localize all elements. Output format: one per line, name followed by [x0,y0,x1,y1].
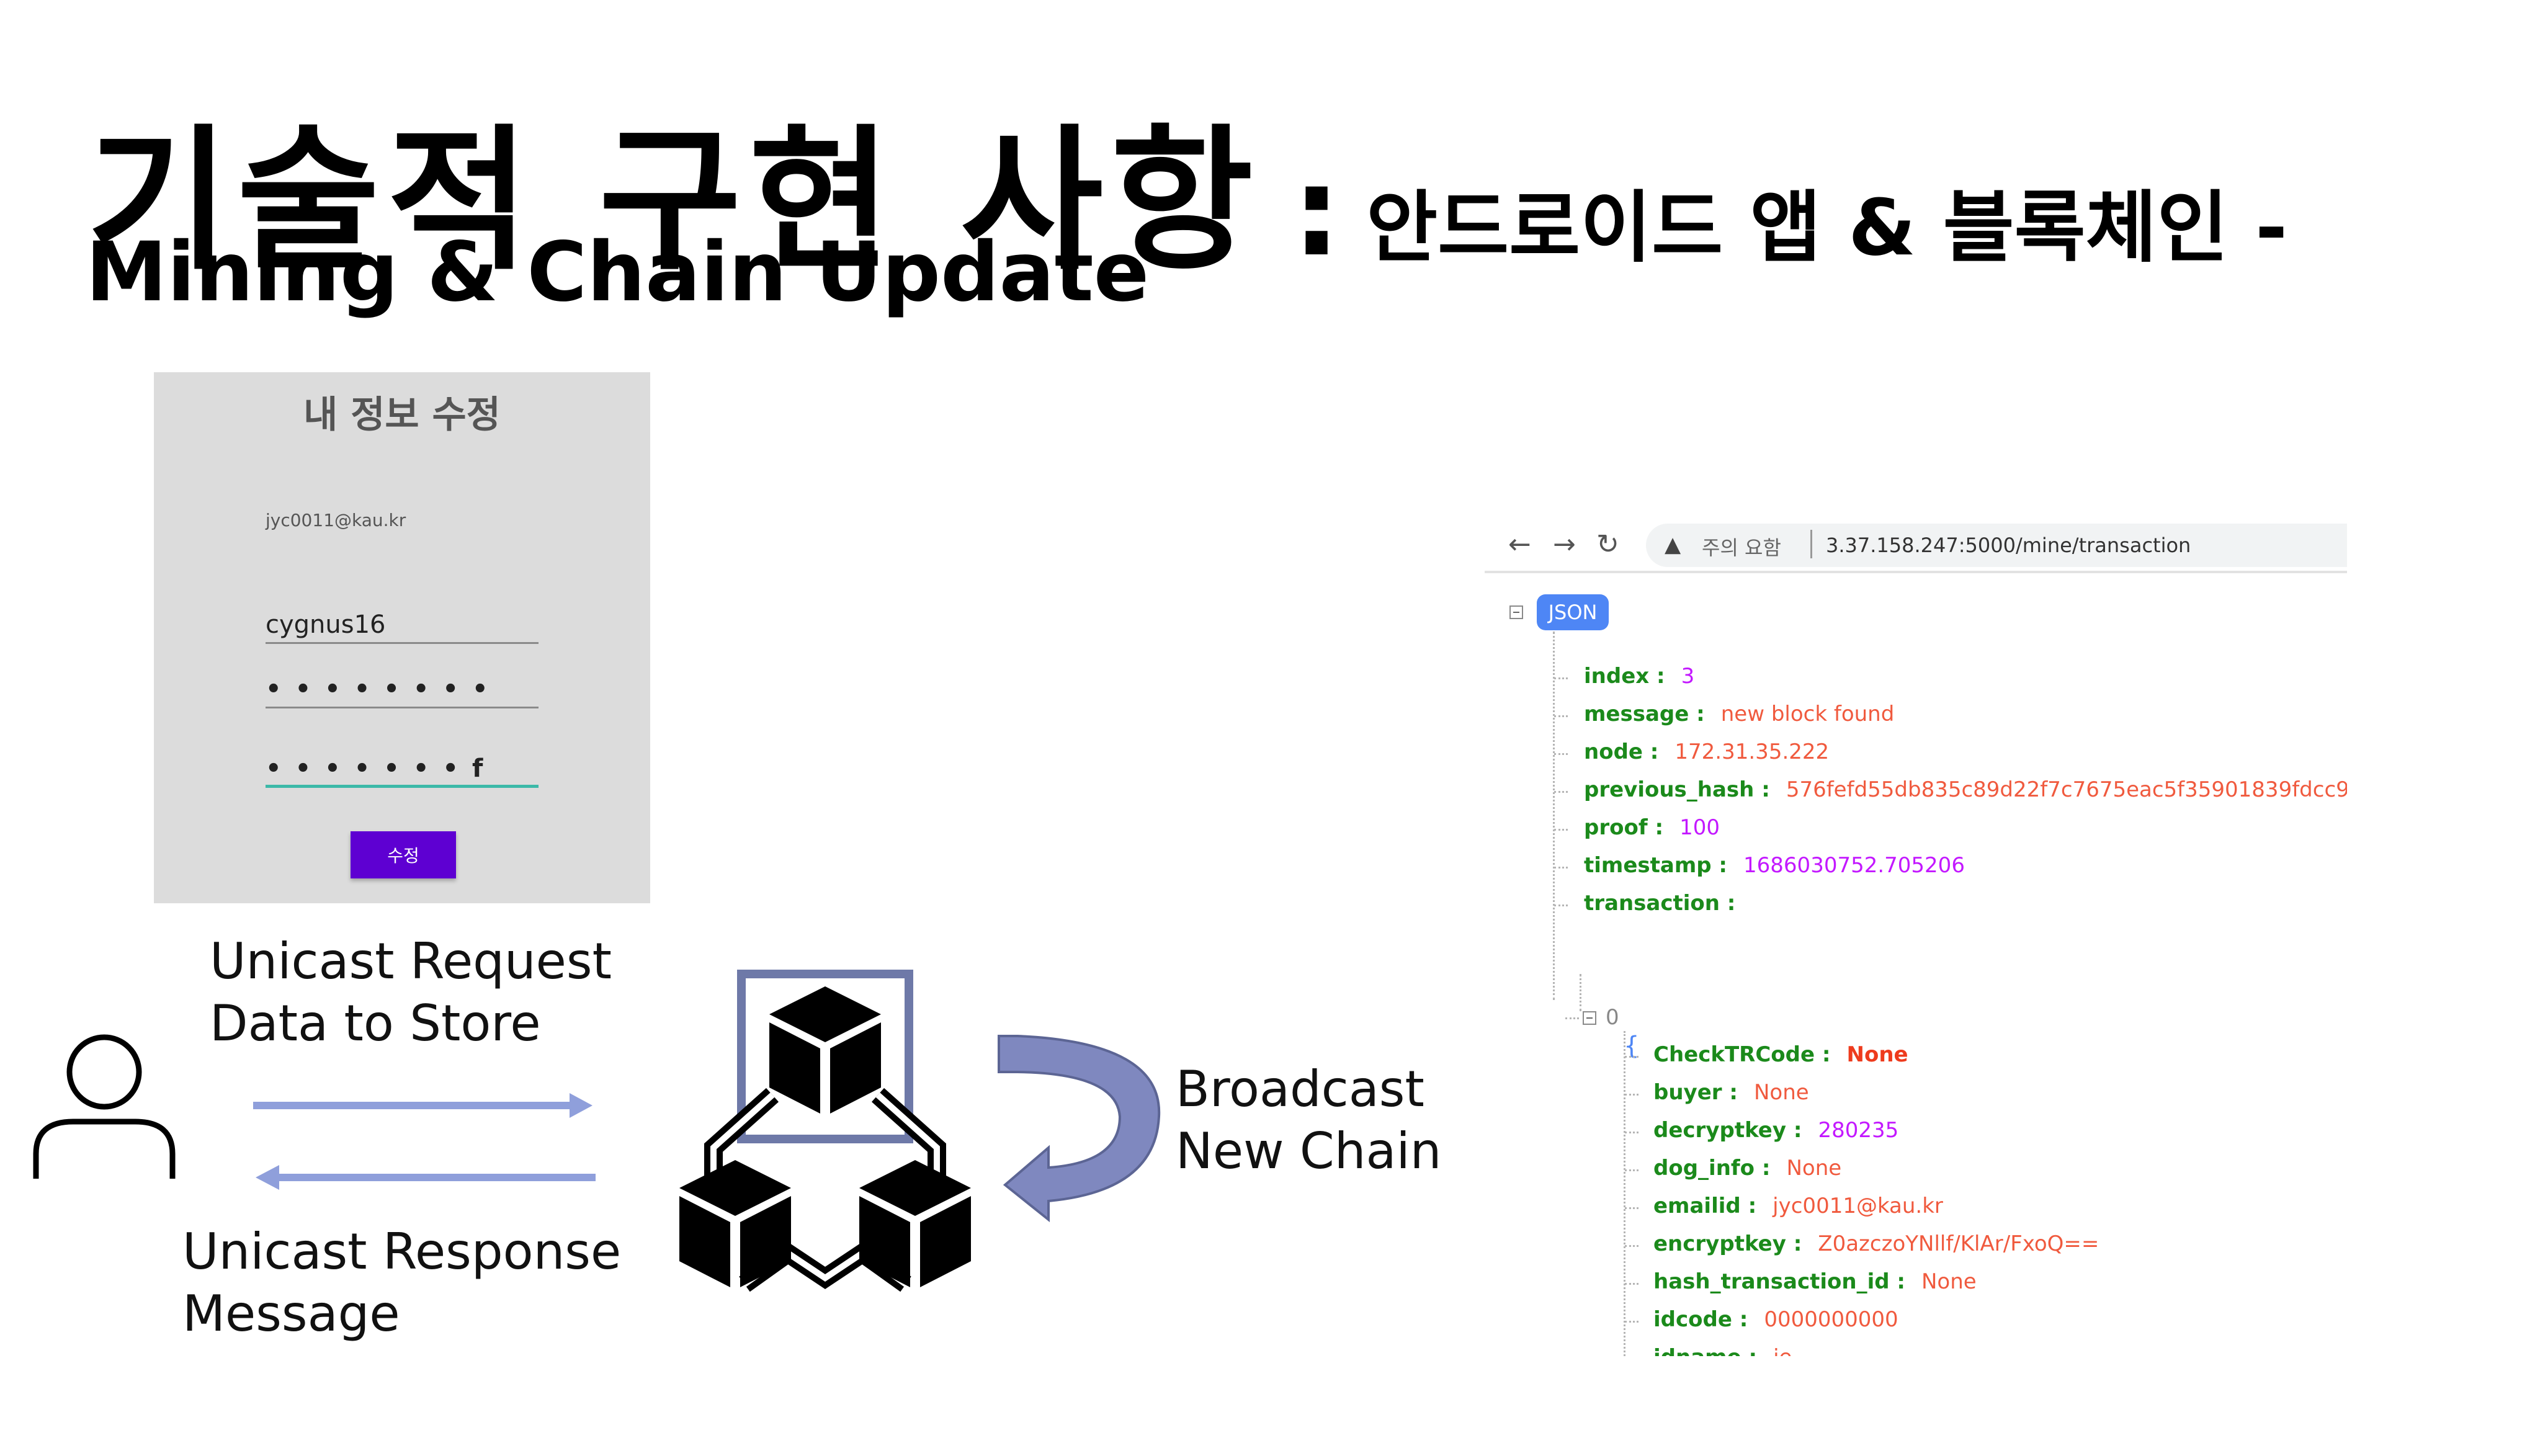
response-label-line1: Unicast Response [182,1223,622,1280]
json-value: je [1773,1345,1792,1356]
json-tree: JSON index : 3 message : new block found nod… [1485,521,2347,1356]
password-field[interactable]: •••••••• [266,672,539,708]
json-value: None [1753,1080,1809,1105]
json-key: decryptkey : [1653,1118,1802,1143]
password-confirm-field[interactable]: •••••••f [266,752,539,788]
title-subtitle: 안드로이드 앱 & 블록체인 - [1366,183,2288,273]
json-tx-field-row: decryptkey : 280235 [1653,1118,1898,1143]
request-arrow [253,1093,592,1118]
json-key: transaction : [1584,891,1736,916]
left-block [679,1160,791,1287]
blockchain-icon [679,970,971,1292]
collapse-transaction-icon[interactable] [1583,1011,1596,1025]
json-tx-field-row: dog_info : None [1653,1156,1841,1181]
json-field-row: index : 3 [1584,664,1694,689]
json-key: timestamp : [1584,853,1728,878]
title-line2: Mining & Chain Update [86,225,1150,320]
broadcast-label-line1: Broadcast [1176,1060,1424,1118]
json-value: 576fefd55db835c89d22f7c7675eac5f35901839… [1786,777,2347,802]
collapse-root-icon[interactable] [1509,605,1523,619]
json-value: None [1921,1269,1977,1294]
request-response-arrows [253,1093,596,1190]
json-key: idname : [1653,1345,1757,1356]
broadcast-curve-arrow [998,1035,1161,1223]
json-browser-window: ← → ↻ ▲ 주의 요함 3.37.158.247:5000/mine/tra… [1485,521,2347,1356]
json-tx-field-row: buyer : None [1653,1080,1809,1105]
user-icon [33,1034,176,1179]
json-key: CheckTRCode : [1653,1042,1831,1067]
json-key: node : [1584,739,1659,764]
json-key: encryptkey : [1653,1231,1802,1256]
json-tx-field-row: CheckTRCode : None [1653,1042,1908,1067]
json-value: jyc0011@kau.kr [1773,1194,1943,1218]
json-tx-field-row: emailid : jyc0011@kau.kr [1653,1194,1943,1218]
broadcast-label: Broadcast New Chain [1176,1058,1441,1182]
json-value: 280235 [1818,1118,1899,1143]
json-value: Z0azczoYNllf/KlAr/FxoQ== [1818,1231,2099,1256]
json-key: index : [1584,664,1665,689]
submit-button[interactable]: 수정 [351,831,456,878]
json-field-row: timestamp : 1686030752.705206 [1584,853,1965,878]
json-tx-field-row: encryptkey : Z0azczoYNllf/KlAr/FxoQ== [1653,1231,2099,1256]
json-tx-field-row: idcode : 0000000000 [1653,1307,1898,1332]
broadcast-label-line2: New Chain [1176,1122,1442,1180]
json-key: proof : [1584,815,1664,840]
name-field[interactable]: cygnus16 [266,608,539,644]
json-value: 100 [1679,815,1720,840]
json-value: 172.31.35.222 [1674,739,1830,764]
json-key: buyer : [1653,1080,1738,1105]
json-field-row: previous_hash : 576fefd55db835c89d22f7c76… [1584,777,2347,802]
json-value: None [1786,1156,1842,1181]
json-field-row: proof : 100 [1584,815,1720,840]
json-key: idcode : [1653,1307,1748,1332]
response-arrow [256,1165,596,1190]
response-label-line2: Message [182,1285,400,1342]
json-key: previous_hash : [1584,777,1770,802]
right-block [859,1160,971,1287]
json-tx-field-row: hash_transaction_id : None [1653,1269,1977,1294]
json-key: emailid : [1653,1194,1757,1218]
json-key: message : [1584,702,1705,726]
edit-profile-title: 내 정보 수정 [303,393,501,437]
json-tx-field-row: idname : je [1653,1345,1792,1356]
email-text: jyc0011@kau.kr [266,510,406,530]
title-colon: : [1292,140,1342,284]
response-label: Unicast Response Message [182,1221,621,1345]
request-label-line1: Unicast Request [210,932,612,990]
json-field-row: node : 172.31.35.222 [1584,739,1829,764]
json-value: 3 [1681,664,1695,689]
json-key: hash_transaction_id : [1653,1269,1905,1294]
transaction-index: 0 [1606,1005,1619,1030]
json-root-badge[interactable]: JSON [1537,594,1609,630]
json-value: 1686030752.705206 [1743,853,1965,878]
json-key: dog_info : [1653,1156,1771,1181]
json-value: 0000000000 [1764,1307,1898,1332]
json-value: None [1846,1042,1908,1067]
json-value: new block found [1720,702,1895,726]
request-label-line2: Data to Store [210,994,541,1052]
json-field-row: message : new block found [1584,702,1894,726]
json-field-row: transaction : [1584,891,1751,916]
top-block [769,986,881,1114]
edit-profile-screen: 내 정보 수정 jyc0011@kau.kr cygnus16 ••••••••… [154,372,650,903]
request-label: Unicast Request Data to Store [210,931,612,1055]
